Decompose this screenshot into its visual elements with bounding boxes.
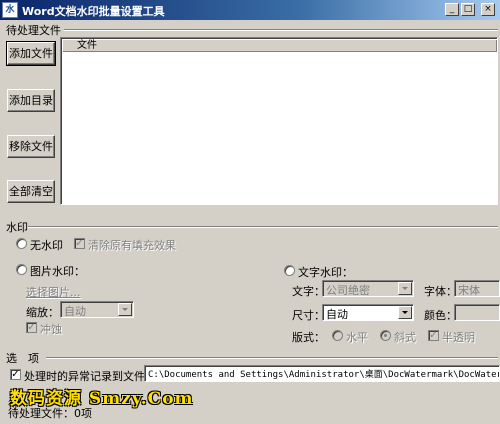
clear-fill-checkbox[interactable]: ✓ — [74, 238, 85, 249]
no-watermark-label[interactable]: 无水印 — [30, 237, 63, 253]
pending-group-divider — [64, 29, 498, 31]
font-label: 字体： — [424, 285, 457, 298]
color-label: 颜色： — [424, 309, 457, 322]
size-label: 尺寸： — [292, 309, 325, 322]
no-watermark-radio[interactable] — [16, 238, 27, 249]
log-errors-checkbox[interactable]: ✓ — [10, 369, 21, 380]
image-watermark-radio[interactable] — [16, 264, 27, 275]
washout-label: 冲蚀 — [40, 323, 62, 336]
log-errors-label[interactable]: 处理时的异常记录到文件： — [24, 368, 156, 384]
text-label: 文字： — [292, 285, 325, 298]
image-watermark-label[interactable]: 图片水印： — [30, 263, 85, 279]
site-watermark: 数码资源 Smzy.Com — [10, 389, 194, 409]
semi-transparent-checkbox[interactable]: ✓ — [428, 330, 439, 341]
add-file-button[interactable]: 添加文件 — [6, 41, 56, 66]
size-select-value: 自动 — [326, 308, 348, 321]
chevron-down-icon[interactable] — [118, 303, 132, 316]
options-group-divider — [46, 357, 498, 359]
pending-group-label: 待处理文件 — [6, 24, 61, 37]
close-button[interactable]: × — [481, 3, 495, 16]
text-watermark-radio[interactable] — [284, 265, 295, 276]
semi-transparent-label: 半透明 — [442, 331, 475, 344]
layout-horizontal-radio[interactable] — [332, 330, 343, 341]
chevron-down-icon[interactable] — [398, 306, 412, 319]
choose-image-link[interactable]: 选择图片... — [26, 284, 81, 300]
log-path-field[interactable]: C:\Documents and Settings\Administrator\… — [144, 365, 500, 382]
layout-horizontal-label: 水平 — [346, 331, 368, 344]
minimize-button[interactable]: _ — [445, 3, 459, 16]
app-icon: 水 — [2, 2, 18, 18]
file-list[interactable]: 文件 — [60, 37, 498, 205]
title-bar[interactable]: 水 Word文档水印批量设置工具 _ □ × — [0, 0, 500, 20]
chevron-down-icon[interactable] — [398, 282, 412, 295]
scale-label: 缩放： — [26, 306, 59, 319]
layout-label: 版式： — [292, 331, 325, 344]
layout-diagonal-radio[interactable] — [380, 330, 391, 341]
remove-file-button[interactable]: 移除文件 — [7, 135, 55, 158]
font-field-value: 宋体 — [458, 284, 480, 297]
scale-select[interactable]: 自动 — [60, 301, 134, 318]
window-title: Word文档水印批量设置工具 — [22, 5, 165, 18]
maximize-button[interactable]: □ — [461, 3, 475, 16]
text-watermark-label[interactable]: 文字水印： — [298, 264, 353, 280]
watermark-group-divider — [28, 226, 498, 228]
color-field[interactable] — [454, 304, 500, 321]
clear-fill-label: 清除原有填充效果 — [88, 239, 176, 252]
file-column-header[interactable]: 文件 — [63, 40, 497, 52]
options-group-label: 选 项 — [6, 352, 39, 365]
layout-diagonal-label: 斜式 — [394, 331, 416, 344]
washout-checkbox[interactable]: ✓ — [26, 322, 37, 333]
font-field[interactable]: 宋体 — [454, 280, 500, 297]
scale-select-value: 自动 — [64, 305, 86, 318]
clear-all-button[interactable]: 全部清空 — [7, 180, 55, 203]
file-list-header: 文件 — [63, 40, 497, 52]
text-select-value: 公司绝密 — [326, 284, 370, 297]
add-directory-button[interactable]: 添加目录 — [7, 89, 55, 112]
watermark-group-label: 水印 — [6, 221, 28, 234]
log-path-value: C:\Documents and Settings\Administrator\… — [148, 370, 499, 380]
size-select[interactable]: 自动 — [322, 304, 414, 321]
text-select[interactable]: 公司绝密 — [322, 280, 414, 297]
